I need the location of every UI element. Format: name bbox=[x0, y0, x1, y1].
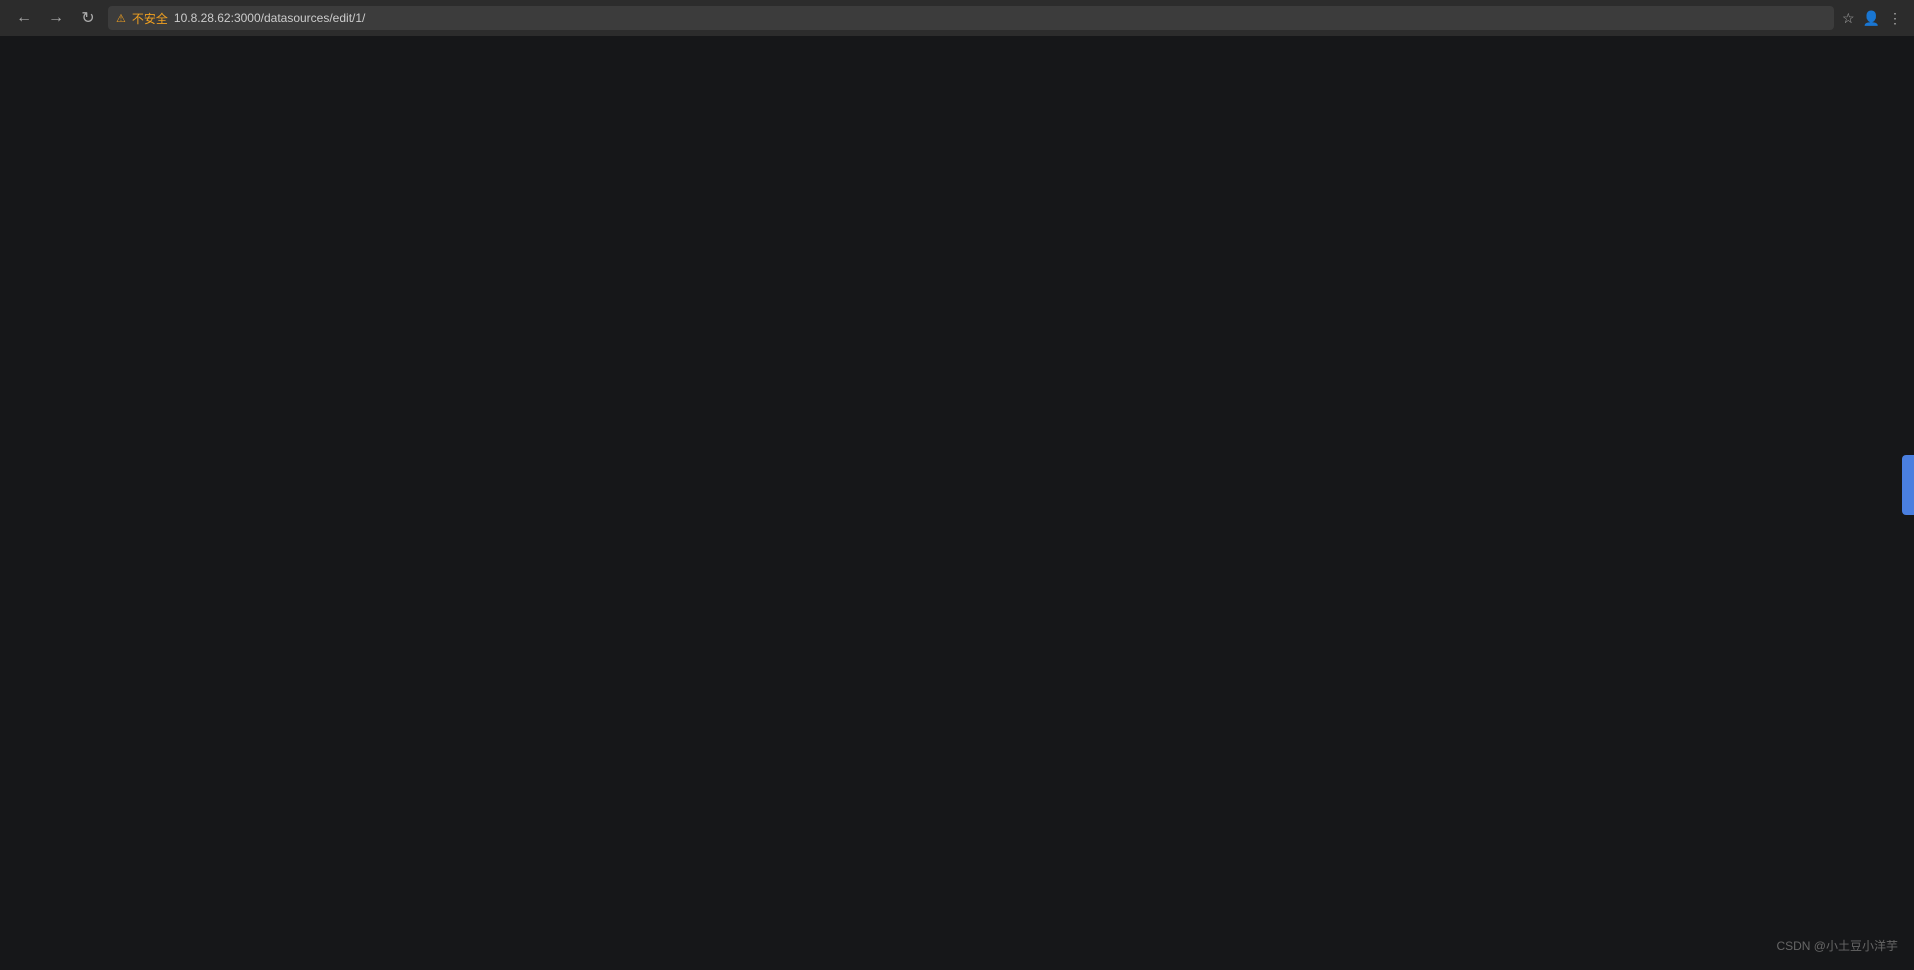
browser-actions: ☆ 👤 ⋮ bbox=[1842, 10, 1902, 27]
csdn-watermark: CSDN @小土豆小洋芋 bbox=[1776, 937, 1898, 954]
forward-button[interactable]: → bbox=[44, 6, 68, 30]
security-icon: ⚠ bbox=[116, 12, 126, 25]
address-bar[interactable]: ⚠ 不安全 10.8.28.62:3000/datasources/edit/1… bbox=[108, 6, 1834, 30]
refresh-button[interactable]: ↻ bbox=[76, 6, 100, 30]
browser-chrome: ← → ↻ ⚠ 不安全 10.8.28.62:3000/datasources/… bbox=[0, 0, 1914, 36]
bookmark-icon[interactable]: ☆ bbox=[1842, 10, 1855, 27]
insecure-label: 不安全 bbox=[132, 10, 168, 27]
right-edge-tab[interactable] bbox=[1902, 455, 1914, 515]
menu-icon[interactable]: ⋮ bbox=[1888, 10, 1902, 27]
url-text: 10.8.28.62:3000/datasources/edit/1/ bbox=[174, 11, 365, 25]
account-icon[interactable]: 👤 bbox=[1863, 10, 1880, 27]
back-button[interactable]: ← bbox=[12, 6, 36, 30]
